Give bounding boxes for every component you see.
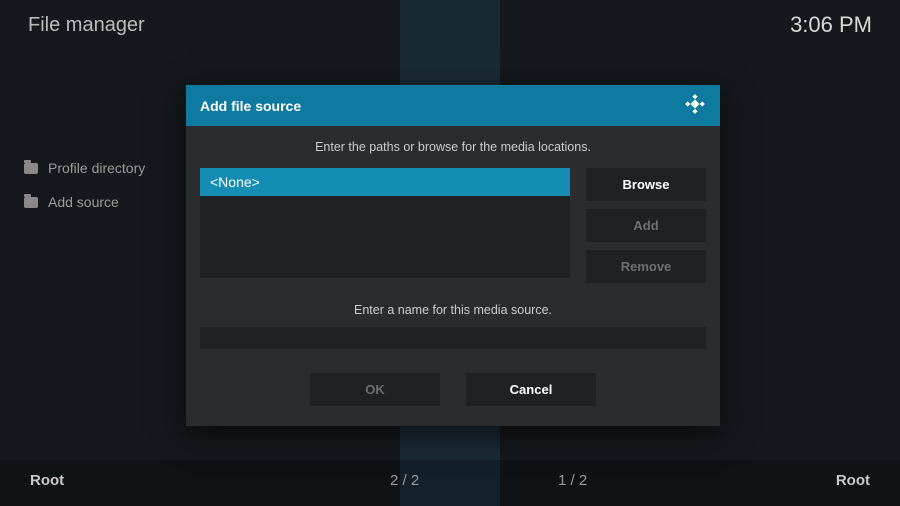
footer-left-count: 2 / 2	[390, 472, 419, 489]
source-name-input[interactable]	[200, 327, 706, 349]
path-entry[interactable]: <None>	[200, 168, 570, 196]
folder-icon	[24, 163, 38, 174]
footer-right-count: 1 / 2	[558, 472, 587, 489]
paths-row: <None> Browse Add Remove	[200, 168, 706, 283]
clock: 3:06 PM	[790, 12, 872, 38]
footer-bar: Root 2 / 2 1 / 2 Root	[0, 460, 900, 506]
footer-left-label: Root	[30, 472, 64, 489]
remove-button[interactable]: Remove	[586, 250, 706, 283]
browse-button[interactable]: Browse	[586, 168, 706, 201]
folder-icon	[24, 197, 38, 208]
dialog-body: Enter the paths or browse for the media …	[186, 126, 720, 426]
add-button[interactable]: Add	[586, 209, 706, 242]
add-file-source-dialog: Add file source Enter the paths or brows…	[186, 85, 720, 426]
ok-button[interactable]: OK	[310, 373, 440, 406]
paths-hint: Enter the paths or browse for the media …	[200, 140, 706, 154]
dialog-title: Add file source	[200, 98, 301, 114]
list-item-label: Add source	[48, 194, 119, 210]
paths-list: <None>	[200, 168, 570, 278]
footer-right-label: Root	[836, 472, 870, 489]
dialog-title-bar: Add file source	[186, 85, 720, 126]
cancel-button[interactable]: Cancel	[466, 373, 596, 406]
file-list: Profile directory Add source	[24, 160, 145, 228]
list-item-add-source[interactable]: Add source	[24, 194, 145, 210]
kodi-logo-icon	[684, 93, 706, 118]
paths-buttons: Browse Add Remove	[586, 168, 706, 283]
page-title: File manager	[28, 14, 145, 37]
list-item-label: Profile directory	[48, 160, 145, 176]
dialog-actions: OK Cancel	[200, 373, 706, 406]
header-bar: File manager 3:06 PM	[0, 0, 900, 50]
list-item-profile-directory[interactable]: Profile directory	[24, 160, 145, 176]
name-hint: Enter a name for this media source.	[200, 303, 706, 317]
